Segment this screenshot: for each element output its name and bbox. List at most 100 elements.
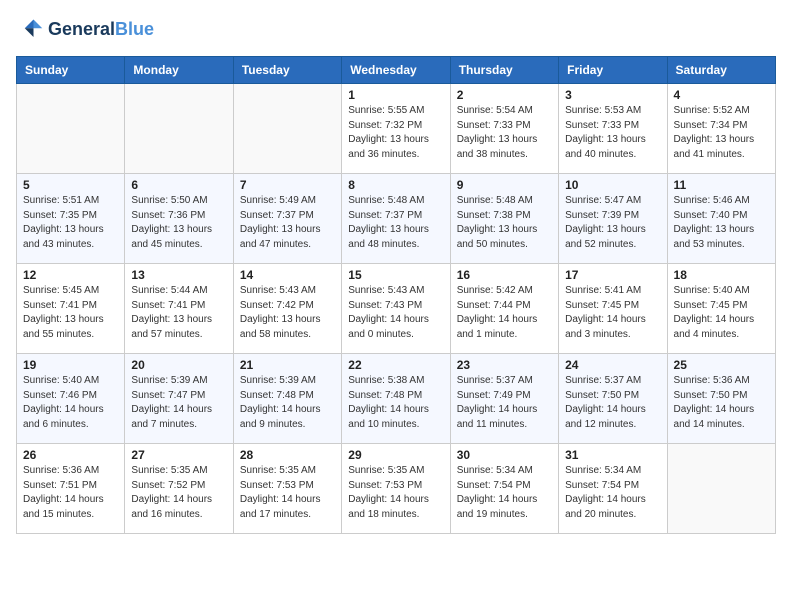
day-number: 28 [240, 448, 335, 462]
calendar-cell: 7 Sunrise: 5:49 AM Sunset: 7:37 PM Daylig… [233, 174, 341, 264]
day-info: Sunrise: 5:54 AM Sunset: 7:33 PM Dayligh… [457, 104, 552, 162]
calendar-cell: 24Sunrise: 5:37 AM Sunset: 7:50 PM Dayli… [559, 354, 667, 444]
weekday-header: Thursday [450, 57, 558, 84]
day-info: Sunrise: 5:47 AM Sunset: 7:39 PM Dayligh… [565, 194, 660, 252]
day-number: 18 [674, 268, 769, 282]
day-info: Sunrise: 5:48 AM Sunset: 7:37 PM Dayligh… [348, 194, 443, 252]
day-number: 20 [131, 358, 226, 372]
calendar-cell: 25 Sunrise: 5:36 AM Sunset: 7:50 PM Dayli… [667, 354, 775, 444]
day-info: Sunrise: 5:50 AM Sunset: 7:36 PM Dayligh… [131, 194, 226, 252]
calendar-cell: 28 Sunrise: 5:35 AM Sunset: 7:53 PM Dayli… [233, 444, 341, 534]
calendar-cell: 8 Sunrise: 5:48 AM Sunset: 7:37 PM Daylig… [342, 174, 450, 264]
day-number: 4 [674, 88, 769, 102]
calendar-week-row: 5 Sunrise: 5:51 AM Sunset: 7:35 PM Daylig… [17, 174, 776, 264]
day-info: Sunrise: 5:34 AM Sunset: 7:54 PM Dayligh… [565, 464, 660, 522]
calendar-cell: 2Sunrise: 5:54 AM Sunset: 7:33 PM Daylig… [450, 84, 558, 174]
day-info: Sunrise: 5:55 AM Sunset: 7:32 PM Dayligh… [348, 104, 443, 162]
day-info: Sunrise: 5:40 AM Sunset: 7:46 PM Dayligh… [23, 374, 118, 432]
day-number: 9 [457, 178, 552, 192]
day-number: 21 [240, 358, 335, 372]
day-info: Sunrise: 5:37 AM Sunset: 7:50 PM Dayligh… [565, 374, 660, 432]
day-number: 5 [23, 178, 118, 192]
calendar-cell [125, 84, 233, 174]
calendar-cell: 26 Sunrise: 5:36 AM Sunset: 7:51 PM Dayli… [17, 444, 125, 534]
weekday-header: Sunday [17, 57, 125, 84]
day-info: Sunrise: 5:43 AM Sunset: 7:42 PM Dayligh… [240, 284, 335, 342]
calendar-cell: 18 Sunrise: 5:40 AM Sunset: 7:45 PM Dayli… [667, 264, 775, 354]
calendar-table: SundayMondayTuesdayWednesdayThursdayFrid… [16, 56, 776, 534]
calendar-cell: 9Sunrise: 5:48 AM Sunset: 7:38 PM Daylig… [450, 174, 558, 264]
calendar-cell: 29 Sunrise: 5:35 AM Sunset: 7:53 PM Dayli… [342, 444, 450, 534]
day-info: Sunrise: 5:53 AM Sunset: 7:33 PM Dayligh… [565, 104, 660, 162]
calendar-cell: 14 Sunrise: 5:43 AM Sunset: 7:42 PM Dayli… [233, 264, 341, 354]
calendar-cell: 5 Sunrise: 5:51 AM Sunset: 7:35 PM Daylig… [17, 174, 125, 264]
logo: GeneralBlue [16, 16, 154, 44]
day-number: 17 [565, 268, 660, 282]
day-info: Sunrise: 5:49 AM Sunset: 7:37 PM Dayligh… [240, 194, 335, 252]
logo-text: GeneralBlue [48, 20, 154, 40]
day-number: 1 [348, 88, 443, 102]
calendar-week-row: 1 Sunrise: 5:55 AM Sunset: 7:32 PM Daylig… [17, 84, 776, 174]
calendar-cell: 1 Sunrise: 5:55 AM Sunset: 7:32 PM Daylig… [342, 84, 450, 174]
day-number: 29 [348, 448, 443, 462]
calendar-cell: 4Sunrise: 5:52 AM Sunset: 7:34 PM Daylig… [667, 84, 775, 174]
calendar-cell: 19 Sunrise: 5:40 AM Sunset: 7:46 PM Dayli… [17, 354, 125, 444]
day-number: 10 [565, 178, 660, 192]
day-number: 16 [457, 268, 552, 282]
day-number: 25 [674, 358, 769, 372]
day-info: Sunrise: 5:51 AM Sunset: 7:35 PM Dayligh… [23, 194, 118, 252]
weekday-header: Saturday [667, 57, 775, 84]
weekday-header: Tuesday [233, 57, 341, 84]
day-number: 19 [23, 358, 118, 372]
day-info: Sunrise: 5:45 AM Sunset: 7:41 PM Dayligh… [23, 284, 118, 342]
day-number: 7 [240, 178, 335, 192]
calendar-cell: 23 Sunrise: 5:37 AM Sunset: 7:49 PM Dayli… [450, 354, 558, 444]
day-info: Sunrise: 5:35 AM Sunset: 7:53 PM Dayligh… [348, 464, 443, 522]
calendar-cell: 3 Sunrise: 5:53 AM Sunset: 7:33 PM Daylig… [559, 84, 667, 174]
day-number: 12 [23, 268, 118, 282]
day-info: Sunrise: 5:46 AM Sunset: 7:40 PM Dayligh… [674, 194, 769, 252]
calendar-cell: 6Sunrise: 5:50 AM Sunset: 7:36 PM Daylig… [125, 174, 233, 264]
calendar-cell: 13 Sunrise: 5:44 AM Sunset: 7:41 PM Dayli… [125, 264, 233, 354]
day-number: 26 [23, 448, 118, 462]
weekday-header: Monday [125, 57, 233, 84]
calendar-week-row: 19 Sunrise: 5:40 AM Sunset: 7:46 PM Dayli… [17, 354, 776, 444]
calendar-cell [17, 84, 125, 174]
day-number: 8 [348, 178, 443, 192]
day-info: Sunrise: 5:36 AM Sunset: 7:50 PM Dayligh… [674, 374, 769, 432]
day-info: Sunrise: 5:39 AM Sunset: 7:47 PM Dayligh… [131, 374, 226, 432]
calendar-cell: 27 Sunrise: 5:35 AM Sunset: 7:52 PM Dayli… [125, 444, 233, 534]
day-info: Sunrise: 5:39 AM Sunset: 7:48 PM Dayligh… [240, 374, 335, 432]
day-number: 11 [674, 178, 769, 192]
day-info: Sunrise: 5:37 AM Sunset: 7:49 PM Dayligh… [457, 374, 552, 432]
day-number: 14 [240, 268, 335, 282]
day-info: Sunrise: 5:42 AM Sunset: 7:44 PM Dayligh… [457, 284, 552, 342]
day-info: Sunrise: 5:35 AM Sunset: 7:53 PM Dayligh… [240, 464, 335, 522]
calendar-cell [667, 444, 775, 534]
weekday-header: Wednesday [342, 57, 450, 84]
day-number: 13 [131, 268, 226, 282]
day-info: Sunrise: 5:43 AM Sunset: 7:43 PM Dayligh… [348, 284, 443, 342]
day-number: 31 [565, 448, 660, 462]
logo-icon [16, 16, 44, 44]
day-number: 30 [457, 448, 552, 462]
day-info: Sunrise: 5:40 AM Sunset: 7:45 PM Dayligh… [674, 284, 769, 342]
day-number: 27 [131, 448, 226, 462]
day-number: 3 [565, 88, 660, 102]
calendar-cell: 20 Sunrise: 5:39 AM Sunset: 7:47 PM Dayli… [125, 354, 233, 444]
day-info: Sunrise: 5:36 AM Sunset: 7:51 PM Dayligh… [23, 464, 118, 522]
calendar-cell [233, 84, 341, 174]
day-info: Sunrise: 5:44 AM Sunset: 7:41 PM Dayligh… [131, 284, 226, 342]
calendar-cell: 12 Sunrise: 5:45 AM Sunset: 7:41 PM Dayli… [17, 264, 125, 354]
calendar-cell: 17Sunrise: 5:41 AM Sunset: 7:45 PM Dayli… [559, 264, 667, 354]
calendar-cell: 11 Sunrise: 5:46 AM Sunset: 7:40 PM Dayli… [667, 174, 775, 264]
calendar-cell: 16 Sunrise: 5:42 AM Sunset: 7:44 PM Dayli… [450, 264, 558, 354]
calendar-week-row: 12 Sunrise: 5:45 AM Sunset: 7:41 PM Dayli… [17, 264, 776, 354]
day-number: 22 [348, 358, 443, 372]
day-info: Sunrise: 5:34 AM Sunset: 7:54 PM Dayligh… [457, 464, 552, 522]
calendar-week-row: 26 Sunrise: 5:36 AM Sunset: 7:51 PM Dayli… [17, 444, 776, 534]
day-info: Sunrise: 5:35 AM Sunset: 7:52 PM Dayligh… [131, 464, 226, 522]
calendar-cell: 15Sunrise: 5:43 AM Sunset: 7:43 PM Dayli… [342, 264, 450, 354]
day-number: 23 [457, 358, 552, 372]
calendar-cell: 30 Sunrise: 5:34 AM Sunset: 7:54 PM Dayli… [450, 444, 558, 534]
